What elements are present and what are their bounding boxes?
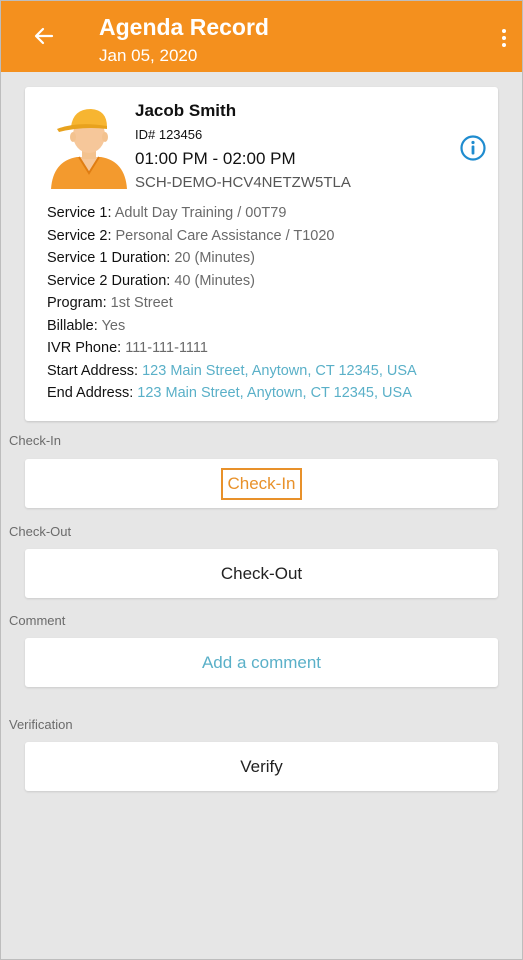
verification-section-label: Verification (9, 717, 73, 732)
schedule-code: SCH-DEMO-HCV4NETZW5TLA (135, 174, 351, 191)
verify-button-label: Verify (240, 756, 283, 776)
page-subtitle-date: Jan 05, 2020 (99, 46, 198, 65)
check-in-button[interactable]: Check-In (25, 459, 498, 508)
appointment-time: 01:00 PM - 02:00 PM (135, 149, 296, 168)
person-id: ID# 123456 (135, 127, 203, 142)
checkin-section-label: Check-In (9, 433, 62, 448)
detail-service-1-duration: Service 1 Duration: 20 (Minutes) (47, 250, 255, 266)
add-comment-button[interactable]: Add a comment (25, 638, 498, 687)
detail-end-address: End Address: 123 Main Street, Anytown, C… (47, 385, 412, 401)
record-card: Jacob Smith ID# 123456 01:00 PM - 02:00 … (25, 87, 498, 421)
start-address-link[interactable]: 123 Main Street, Anytown, CT 12345, USA (142, 363, 417, 379)
add-comment-button-label: Add a comment (201, 652, 322, 672)
verify-button[interactable]: Verify (25, 742, 498, 791)
more-menu-button[interactable] (492, 23, 516, 53)
detail-ivr-phone: IVR Phone: 111-111-1111 (47, 340, 208, 356)
detail-program: Program: 1st Street (47, 295, 173, 311)
check-out-button[interactable]: Check-Out (25, 549, 498, 598)
info-icon[interactable] (459, 134, 487, 162)
detail-service-2: Service 2: Personal Care Assistance / T1… (47, 227, 335, 244)
detail-service-1: Service 1: Adult Day Training / 00T79 (47, 205, 287, 221)
back-arrow-icon (34, 27, 54, 45)
page-title: Agenda Record (99, 14, 269, 40)
comment-section-label: Comment (9, 613, 66, 628)
person-name: Jacob Smith (135, 101, 237, 120)
back-button[interactable] (27, 19, 61, 53)
record-details: Service 1: Adult Day Training / 00T79 Se… (47, 202, 492, 405)
check-out-button-label: Check-Out (220, 563, 303, 583)
more-vertical-icon (502, 29, 506, 33)
detail-start-address: Start Address: 123 Main Street, Anytown,… (47, 362, 417, 379)
worker-avatar-icon (51, 109, 127, 189)
end-address-link[interactable]: 123 Main Street, Anytown, CT 12345, USA (137, 385, 412, 401)
app-bar: Agenda Record Jan 05, 2020 (1, 1, 522, 72)
checkout-section-label: Check-Out (9, 524, 72, 539)
detail-billable: Billable: Yes (47, 317, 126, 334)
detail-service-2-duration: Service 2 Duration: 40 (Minutes) (47, 272, 255, 289)
check-in-button-label: Check-In (221, 467, 302, 500)
